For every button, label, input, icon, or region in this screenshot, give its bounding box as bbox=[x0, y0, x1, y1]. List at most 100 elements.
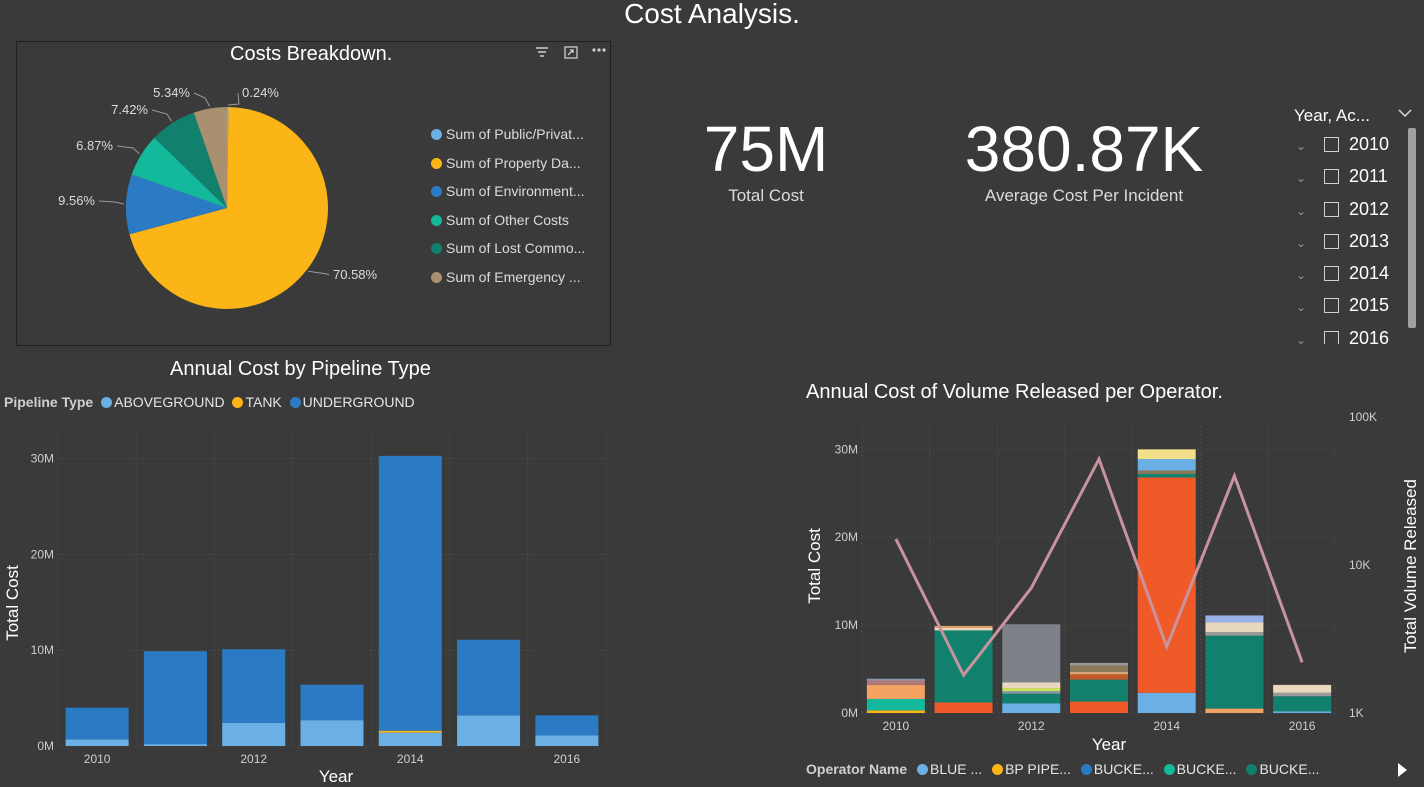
checkbox[interactable] bbox=[1324, 298, 1339, 314]
legend-item[interactable]: BUCKE... bbox=[1163, 761, 1237, 777]
filter-icon[interactable] bbox=[535, 46, 549, 61]
legend-dot bbox=[1080, 764, 1092, 775]
chevron-down-icon[interactable]: ⌄ bbox=[1296, 236, 1324, 250]
bar-segment bbox=[143, 744, 207, 746]
bar-segment bbox=[866, 698, 925, 711]
chevron-down-icon[interactable]: ⌄ bbox=[1296, 139, 1324, 153]
checkbox[interactable] bbox=[1324, 201, 1339, 217]
bar-segment bbox=[866, 678, 925, 681]
legend-dot bbox=[992, 764, 1004, 775]
bar-segment bbox=[1137, 692, 1196, 713]
pipeline-chart-title: Annual Cost by Pipeline Type bbox=[170, 358, 431, 380]
bar-segment bbox=[65, 707, 129, 740]
bar-segment bbox=[222, 649, 286, 724]
slicer-item-2011[interactable]: ⌄ 2011 bbox=[1296, 166, 1389, 198]
chevron-down-icon[interactable]: ⌄ bbox=[1296, 171, 1324, 185]
chevron-down-icon[interactable]: ⌄ bbox=[1296, 333, 1324, 344]
bar-segment bbox=[378, 455, 442, 731]
checkbox[interactable] bbox=[1324, 233, 1339, 249]
bar-segment bbox=[1273, 692, 1332, 697]
y2-tick-label: 100K bbox=[1349, 410, 1377, 424]
bar-segment bbox=[1137, 449, 1196, 460]
bar-segment bbox=[1002, 624, 1061, 683]
bar-segment bbox=[143, 651, 207, 745]
pipeline-bar-chart: 0M 10M 20M 30M 2010 2012 2014 2016 Year Total Cos… bbox=[3, 430, 607, 786]
y-tick-label: 10M bbox=[31, 643, 54, 657]
y2-axis-title: Total Volume Released bbox=[1401, 479, 1420, 653]
slicer-scrollbar[interactable] bbox=[1408, 128, 1416, 328]
operator-legend-title: Operator Name bbox=[806, 761, 908, 777]
slicer-item-2010[interactable]: ⌄ 2010 bbox=[1296, 134, 1389, 166]
legend-item[interactable]: Sum of Emergency ... bbox=[431, 269, 585, 298]
slicer-item-label: 2013 bbox=[1349, 230, 1390, 251]
slicer-item-label: 2010 bbox=[1349, 134, 1390, 154]
bar-segment bbox=[1137, 470, 1196, 474]
legend-item[interactable]: Sum of Environment... bbox=[431, 183, 585, 212]
slicer-item-2013[interactable]: ⌄ 2013 bbox=[1296, 231, 1389, 263]
legend-item[interactable]: BUCKE... bbox=[1246, 761, 1319, 777]
pie-leader-line bbox=[193, 92, 211, 107]
pie-data-label: 5.34% bbox=[153, 85, 190, 100]
legend-item[interactable]: BLUE ... bbox=[917, 761, 982, 777]
pipeline-legend: Pipeline Type ABOVEGROUND TANK UNDERGROU… bbox=[4, 394, 415, 410]
focus-mode-icon[interactable] bbox=[564, 46, 578, 62]
legend-item[interactable]: Sum of Public/Privat... bbox=[431, 126, 585, 155]
legend-dot bbox=[431, 157, 442, 169]
chevron-down-icon[interactable]: ⌄ bbox=[1296, 300, 1324, 314]
legend-label: Sum of Other Costs bbox=[446, 211, 569, 228]
slicer-item-2015[interactable]: ⌄ 2015 bbox=[1296, 295, 1389, 327]
y-tick-label: 20M bbox=[31, 547, 54, 561]
bar-segment bbox=[378, 730, 442, 733]
slicer-item-2014[interactable]: ⌄ 2014 bbox=[1296, 263, 1389, 295]
checkbox[interactable] bbox=[1324, 169, 1339, 185]
bar-segment bbox=[866, 684, 925, 699]
checkbox[interactable] bbox=[1324, 266, 1339, 282]
pie-data-label: 70.58% bbox=[333, 267, 378, 282]
legend-item[interactable]: Sum of Lost Commo... bbox=[431, 240, 585, 269]
operator-chart-title: Annual Cost of Volume Released per Opera… bbox=[806, 381, 1223, 403]
legend-dot bbox=[917, 764, 929, 775]
legend-label: ABOVEGROUND bbox=[114, 394, 225, 410]
bar-segment bbox=[1002, 688, 1061, 692]
slicer-item-2016[interactable]: ⌄ 2016 bbox=[1296, 328, 1389, 344]
x-tick-label: 2012 bbox=[240, 752, 267, 766]
average-cost-value: 380.87K bbox=[964, 113, 1204, 185]
slicer-item-label: 2011 bbox=[1349, 166, 1388, 187]
checkbox[interactable] bbox=[1324, 330, 1339, 344]
bar-segment bbox=[1205, 632, 1264, 636]
bar-segment bbox=[457, 715, 521, 746]
bar-segment bbox=[1002, 693, 1061, 704]
bar-segment bbox=[1205, 615, 1264, 623]
total-cost-label: Total Cost bbox=[728, 186, 804, 205]
y-tick-label: 20M bbox=[835, 530, 858, 544]
legend-item[interactable]: Sum of Other Costs bbox=[431, 212, 585, 241]
pie-data-label: 0.24% bbox=[242, 85, 279, 100]
bar-segment bbox=[1002, 703, 1061, 713]
chevron-down-icon[interactable] bbox=[1398, 105, 1412, 123]
operator-combo-chart: 0M 10M 20M 30M 1K 10K 100K 2010 2012 2014 2016 Year… bbox=[805, 410, 1420, 754]
legend-item[interactable]: UNDERGROUND bbox=[289, 394, 415, 410]
bar-segment bbox=[1137, 477, 1196, 693]
bar-segment bbox=[1205, 708, 1264, 713]
chevron-down-icon[interactable]: ⌄ bbox=[1296, 268, 1324, 282]
pie-leader-line bbox=[98, 200, 125, 205]
slicer-item-2012[interactable]: ⌄ 2012 bbox=[1296, 199, 1389, 231]
checkbox[interactable] bbox=[1324, 137, 1339, 152]
bar-segment bbox=[535, 715, 599, 736]
legend-dot bbox=[431, 271, 442, 283]
pie-leader-line bbox=[227, 92, 240, 106]
legend-dot bbox=[1246, 764, 1258, 775]
legend-item[interactable]: BUCKE... bbox=[1080, 761, 1154, 777]
legend-item[interactable]: ABOVEGROUND bbox=[101, 394, 225, 410]
legend-item[interactable]: TANK bbox=[232, 394, 282, 410]
legend-item[interactable]: Sum of Property Da... bbox=[431, 155, 585, 184]
next-page-icon[interactable] bbox=[1396, 762, 1408, 783]
chevron-down-icon[interactable]: ⌄ bbox=[1296, 204, 1324, 218]
legend-dot bbox=[232, 397, 244, 408]
year-slicer[interactable]: Year, Ac... ⌄ 2010 ⌄ 2011 ⌄ 2012 ⌄ 2013 ⌄ 201… bbox=[1290, 100, 1420, 344]
costs-breakdown-card[interactable]: Costs Breakdown. 0.24% 70.58% 9.56% 6.87% 7.… bbox=[16, 41, 611, 346]
bar-segment bbox=[300, 720, 364, 746]
legend-item[interactable]: BP PIPE... bbox=[992, 761, 1071, 777]
more-options-icon[interactable] bbox=[592, 44, 606, 59]
pipeline-legend-title: Pipeline Type bbox=[4, 394, 94, 410]
